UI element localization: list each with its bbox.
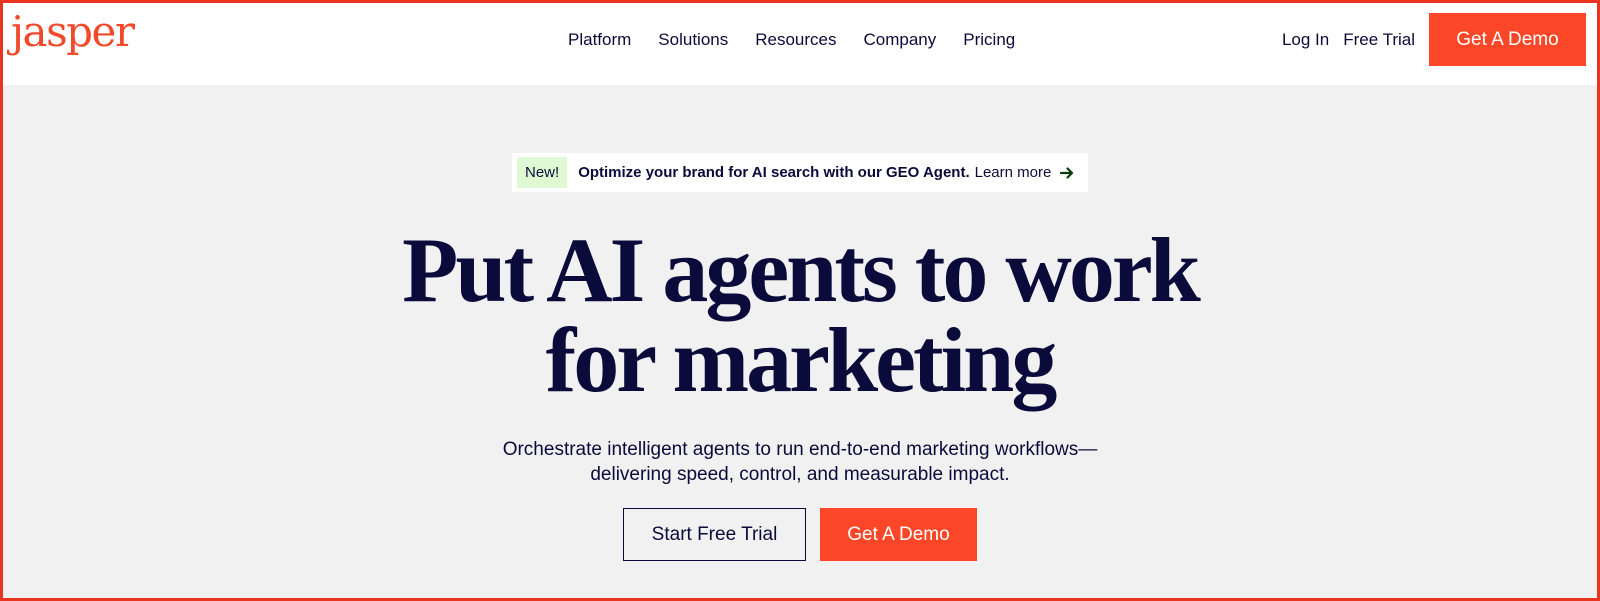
hero-cta-row: Start Free Trial Get A Demo: [623, 508, 977, 561]
nav-item-resources[interactable]: Resources: [755, 30, 836, 50]
hero-subtitle-line-1: Orchestrate intelligent agents to run en…: [502, 439, 1098, 460]
start-free-trial-button[interactable]: Start Free Trial: [623, 508, 806, 561]
hero-headline-line-1: Put AI agents to work: [402, 219, 1201, 321]
announcement-bar[interactable]: New! Optimize your brand for AI search w…: [512, 153, 1088, 192]
hero-headline-line-2: for marketing: [545, 309, 1058, 411]
nav-item-pricing[interactable]: Pricing: [963, 30, 1015, 50]
hero-subtitle: Orchestrate intelligent agents to run en…: [3, 437, 1597, 487]
top-navigation: jasper Platform Solutions Resources Comp…: [3, 3, 1597, 85]
free-trial-link[interactable]: Free Trial: [1343, 30, 1415, 50]
nav-get-demo-button[interactable]: Get A Demo: [1429, 13, 1586, 66]
arrow-right-icon[interactable]: [1057, 163, 1077, 183]
learn-more-link[interactable]: Learn more: [975, 164, 1052, 181]
nav-item-company[interactable]: Company: [864, 30, 937, 50]
nav-item-solutions[interactable]: Solutions: [658, 30, 728, 50]
announcement-message: Optimize your brand for AI search with o…: [578, 164, 970, 181]
hero-headline: Put AI agents to work for marketing: [3, 219, 1597, 411]
page-frame: jasper Platform Solutions Resources Comp…: [0, 0, 1600, 601]
jasper-logo[interactable]: jasper: [11, 11, 135, 53]
hero-get-demo-button[interactable]: Get A Demo: [820, 508, 977, 561]
new-badge: New!: [517, 157, 568, 188]
login-link[interactable]: Log In: [1282, 30, 1329, 50]
nav-actions: Log In Free Trial Get A Demo: [1282, 13, 1586, 66]
nav-item-platform[interactable]: Platform: [568, 30, 631, 50]
hero-subtitle-line-2: delivering speed, control, and measurabl…: [590, 464, 1010, 485]
primary-nav: Platform Solutions Resources Company Pri…: [568, 30, 1015, 50]
